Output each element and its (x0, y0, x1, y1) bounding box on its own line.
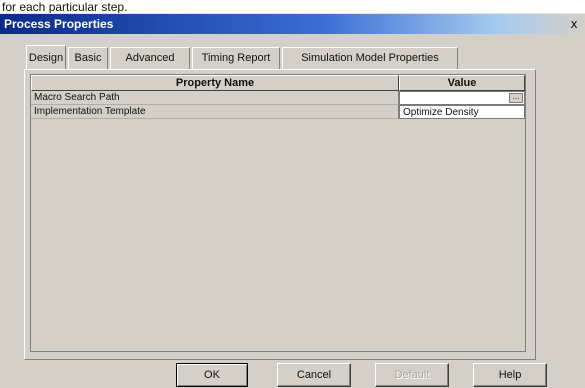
tab-timing-report[interactable]: Timing Report (192, 47, 280, 69)
table-row: Implementation Template Optimize Density (31, 105, 525, 119)
process-properties-dialog: Process Properties x Design Basic Advanc… (0, 13, 585, 388)
grid-header-row: Property Name Value (31, 75, 525, 91)
ok-button[interactable]: OK (176, 363, 248, 387)
dialog-title: Process Properties (4, 17, 114, 31)
context-caption: for each particular step. (2, 0, 128, 14)
default-button[interactable]: Default (375, 363, 449, 387)
property-grid: Property Name Value Macro Search Path ..… (30, 74, 526, 352)
property-name-cell: Macro Search Path (31, 91, 399, 105)
close-icon[interactable]: x (567, 17, 581, 31)
tab-simulation-model-properties[interactable]: Simulation Model Properties (282, 47, 458, 69)
tab-basic[interactable]: Basic (68, 47, 108, 69)
title-bar[interactable]: Process Properties x (0, 14, 585, 34)
macro-search-path-field[interactable]: ... (399, 91, 525, 105)
cancel-button[interactable]: Cancel (277, 363, 351, 387)
column-header-property-name[interactable]: Property Name (31, 75, 399, 91)
design-tab-panel: Property Name Value Macro Search Path ..… (24, 69, 536, 360)
ellipsis-icon[interactable]: ... (509, 93, 523, 103)
table-row: Macro Search Path ... (31, 91, 525, 105)
tab-design[interactable]: Design (26, 45, 66, 69)
implementation-template-field[interactable]: Optimize Density (399, 105, 525, 119)
property-name-cell: Implementation Template (31, 105, 399, 119)
column-header-value[interactable]: Value (399, 75, 525, 91)
tab-advanced[interactable]: Advanced (110, 47, 190, 69)
help-button[interactable]: Help (473, 363, 547, 387)
